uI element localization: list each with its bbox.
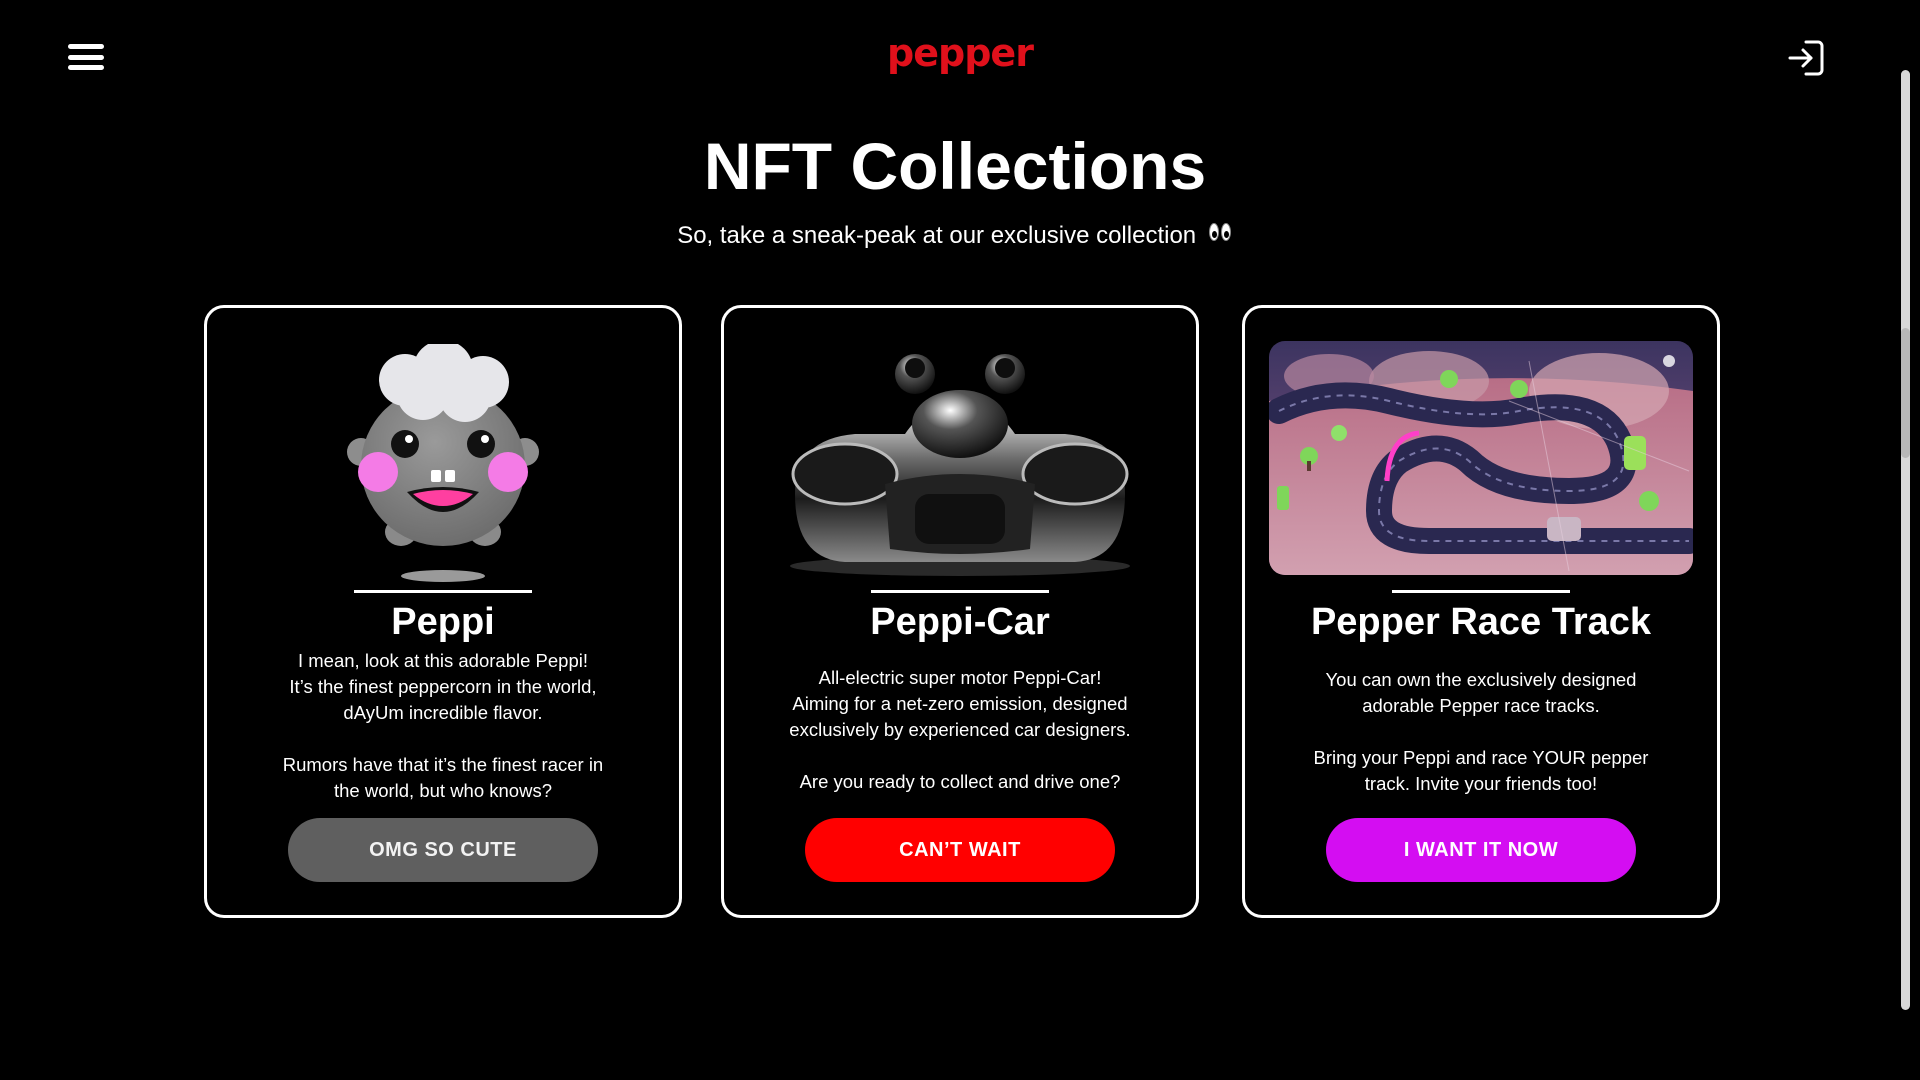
title-divider (1392, 590, 1570, 593)
page-title: NFT Collections (703, 129, 1207, 203)
nft-card-pepper-race-track: Pepper Race Track You can own the exclus… (1242, 305, 1720, 918)
login-arrow-icon-svg (1788, 40, 1824, 76)
menu-line (68, 44, 104, 49)
card-title: Pepper Race Track (1310, 601, 1652, 643)
menu-line (68, 54, 104, 60)
page-subtitle: So, take a sneak-peak at our exclusive c… (0, 218, 1910, 252)
omg-so-cute-button[interactable]: OMG SO CUTE (288, 818, 598, 882)
card-title: Peppi (391, 601, 495, 643)
title-divider (354, 590, 532, 593)
peppi-character-image (333, 340, 553, 589)
card-title: Peppi-Car (870, 601, 1050, 643)
login-arrow-icon[interactable] (1786, 38, 1826, 78)
card-description: You can own the exclusively designed ado… (1313, 669, 1649, 794)
pepper-logo[interactable]: pepper (887, 34, 1034, 72)
hamburger-menu-icon[interactable] (68, 44, 104, 70)
title-divider (871, 590, 1049, 593)
nft-card-peppi: Peppi I mean, look at this adorable Pepp… (204, 305, 682, 918)
card-description: All-electric super motor Peppi-Car! Aimi… (789, 667, 1131, 792)
eyes-emoji-icon (1208, 218, 1233, 250)
nft-card-peppi-car: Peppi-Car All-electric super motor Peppi… (721, 305, 1199, 918)
page-scrollbar[interactable] (1901, 70, 1910, 1010)
cant-wait-button[interactable]: CAN’T WAIT (805, 818, 1115, 882)
card-description: I mean, look at this adorable Peppi! It’… (282, 650, 604, 801)
menu-line (68, 65, 104, 70)
scrollbar-thumb[interactable] (1901, 328, 1910, 458)
page: pepper NFT Collections So, take a sneak-… (0, 0, 1920, 1080)
peppi-car-image (775, 344, 1145, 589)
subtitle-text: So, take a sneak-peak at our exclusive c… (677, 222, 1197, 249)
race-track-image (1269, 341, 1693, 580)
i-want-it-now-button[interactable]: I WANT IT NOW (1326, 818, 1636, 882)
